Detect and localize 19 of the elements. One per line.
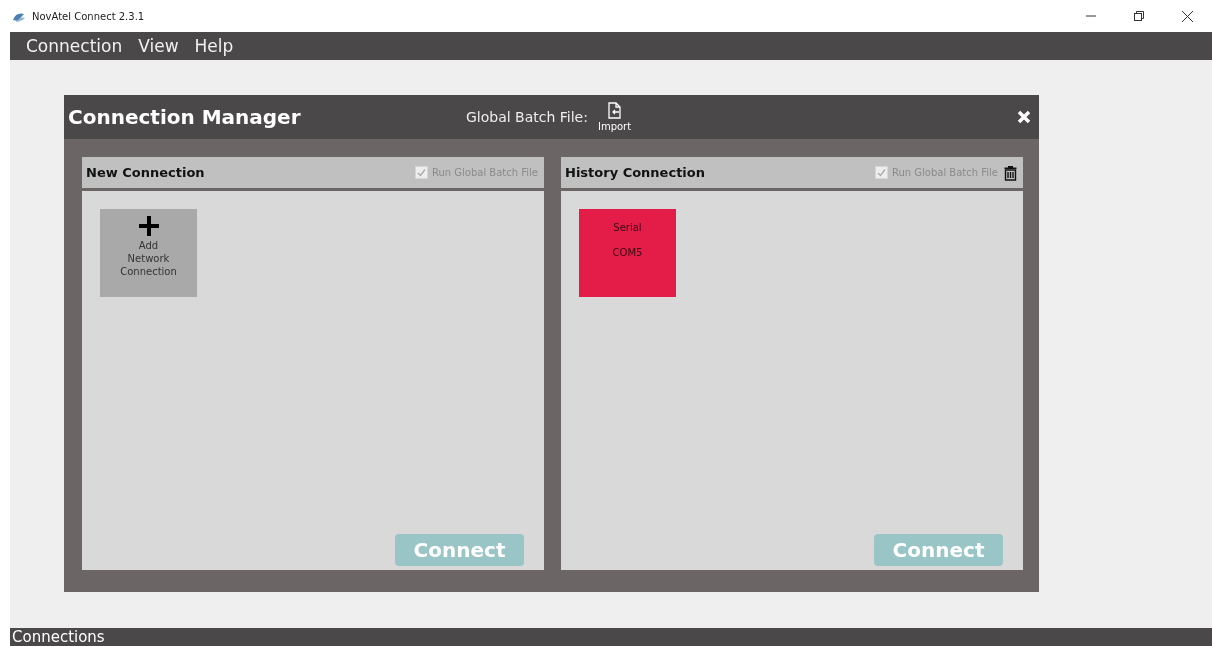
import-button[interactable]: Import	[597, 102, 632, 132]
panel-title: History Connection	[565, 165, 706, 180]
batch-file-label: Global Batch File:	[466, 109, 588, 125]
status-title: Connections	[12, 628, 105, 646]
plus-icon	[137, 215, 160, 237]
close-icon	[1181, 10, 1193, 22]
checkmark-icon	[416, 168, 426, 177]
restore-icon	[1134, 11, 1144, 21]
dialog-title: Connection Manager	[68, 105, 302, 129]
add-connection-tile[interactable]: Add Network Connection	[100, 209, 197, 297]
window-title: NovAtel Connect 2.3.1	[32, 10, 146, 22]
file-import-icon	[607, 102, 622, 119]
checkmark-icon	[876, 168, 886, 177]
menu-item[interactable]: View	[132, 36, 185, 56]
menu-item[interactable]: Connection	[20, 36, 129, 56]
menu-item[interactable]: Help	[188, 36, 240, 56]
connection-tile[interactable]: Serial COM5	[579, 209, 676, 297]
trash-icon[interactable]	[1004, 164, 1017, 181]
panel-title: New Connection	[86, 165, 206, 180]
